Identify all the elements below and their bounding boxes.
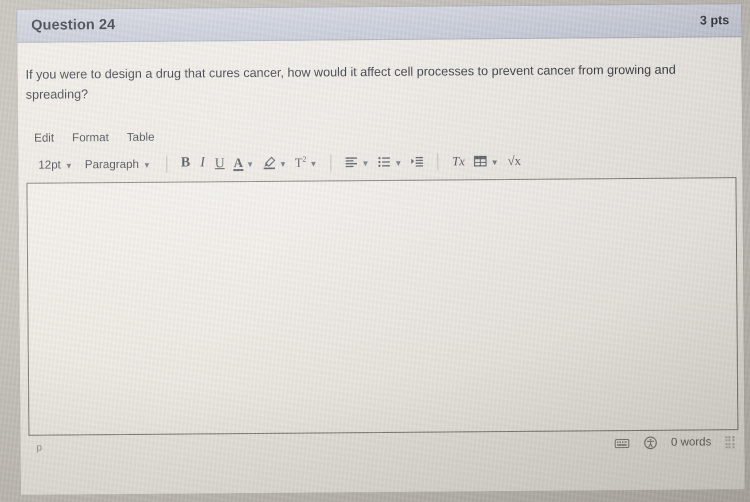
editor-toolbar: 12pt ▼ Paragraph ▼ B I U A ▼ ▼ T2 ▼ ▼ ▼ …	[26, 145, 736, 179]
menu-item-table[interactable]: Table	[125, 129, 157, 144]
clear-formatting-button[interactable]: Tx	[447, 150, 470, 172]
question-prompt: If you were to design a drug that cures …	[25, 62, 676, 102]
page-title: Question 24	[31, 17, 116, 34]
align-button[interactable]: ▼	[340, 155, 373, 169]
statusbar-right-group: 0 words	[614, 435, 735, 450]
photographed-screen: ⟩ Question 24 3 pts If you were to desig…	[0, 0, 750, 502]
accessibility-checker-icon[interactable]	[643, 436, 657, 450]
toolbar-group-text-style: B I U A ▼ ▼ T2 ▼	[176, 151, 322, 174]
highlight-color-button[interactable]: ▼	[258, 156, 291, 170]
answer-editor-body[interactable]	[26, 177, 739, 436]
editor-menubar: Edit Format Table	[26, 121, 736, 149]
table-icon	[474, 154, 488, 168]
underline-button[interactable]: U	[210, 152, 230, 174]
resize-grip-icon[interactable]	[725, 435, 735, 449]
bullet-list-icon	[377, 155, 391, 169]
toolbar-separator	[330, 153, 332, 171]
element-path[interactable]: p	[36, 442, 42, 453]
block-format-select[interactable]: Paragraph ▼	[79, 153, 157, 176]
question-points: 3 pts	[699, 13, 730, 28]
chevron-down-icon: ▼	[142, 160, 151, 170]
equation-icon: √x	[507, 153, 521, 168]
toolbar-group-paragraph: ▼ ▼	[340, 155, 428, 170]
bullet-list-button[interactable]: ▼	[373, 155, 406, 169]
toolbar-group-insert: Tx ▼ √x	[447, 150, 526, 173]
block-format-value: Paragraph	[84, 157, 140, 171]
question-header: Question 24 3 pts	[16, 3, 743, 43]
chevron-down-icon[interactable]: ▼	[491, 158, 499, 167]
font-size-value: 12pt	[38, 157, 61, 172]
question-body: If you were to design a drug that cures …	[16, 37, 746, 495]
text-color-button[interactable]: A ▼	[230, 154, 258, 171]
font-size-select[interactable]: 12pt ▼	[32, 153, 79, 175]
word-count: 0 words	[670, 436, 712, 449]
superscript-button[interactable]: T2 ▼	[291, 154, 322, 170]
clear-formatting-icon: Tx	[452, 153, 465, 168]
menu-item-edit[interactable]: Edit	[32, 130, 56, 145]
chevron-down-icon[interactable]: ▼	[361, 159, 369, 168]
chevron-left-icon[interactable]: ⟩	[0, 21, 4, 43]
indent-button[interactable]	[406, 155, 428, 169]
align-left-icon	[344, 155, 358, 169]
chevron-down-icon[interactable]: ▼	[309, 159, 317, 168]
rich-content-editor: Edit Format Table 12pt ▼ Paragraph ▼ B I…	[26, 121, 739, 460]
chevron-down-icon: ▼	[64, 160, 73, 170]
editor-statusbar: p 0 words	[28, 430, 738, 460]
keyboard-icon[interactable]	[614, 437, 629, 450]
chevron-down-icon[interactable]: ▼	[394, 158, 402, 167]
toolbar-group-font: 12pt ▼ Paragraph ▼	[32, 153, 157, 176]
bold-button[interactable]: B	[176, 152, 196, 174]
indent-icon	[410, 155, 424, 169]
equation-button[interactable]: √x	[503, 150, 526, 172]
chevron-down-icon[interactable]: ▼	[246, 159, 254, 168]
highlighter-icon	[262, 156, 276, 170]
quiz-question-page: ⟩ Question 24 3 pts If you were to desig…	[0, 0, 750, 502]
toolbar-separator	[437, 153, 439, 171]
italic-button[interactable]: I	[195, 152, 210, 174]
toolbar-separator	[165, 155, 167, 173]
table-button[interactable]: ▼	[470, 154, 503, 168]
menu-item-format[interactable]: Format	[70, 130, 111, 145]
superscript-icon: T2	[294, 154, 307, 170]
text-color-icon: A	[233, 154, 244, 171]
chevron-down-icon[interactable]: ▼	[279, 159, 287, 168]
